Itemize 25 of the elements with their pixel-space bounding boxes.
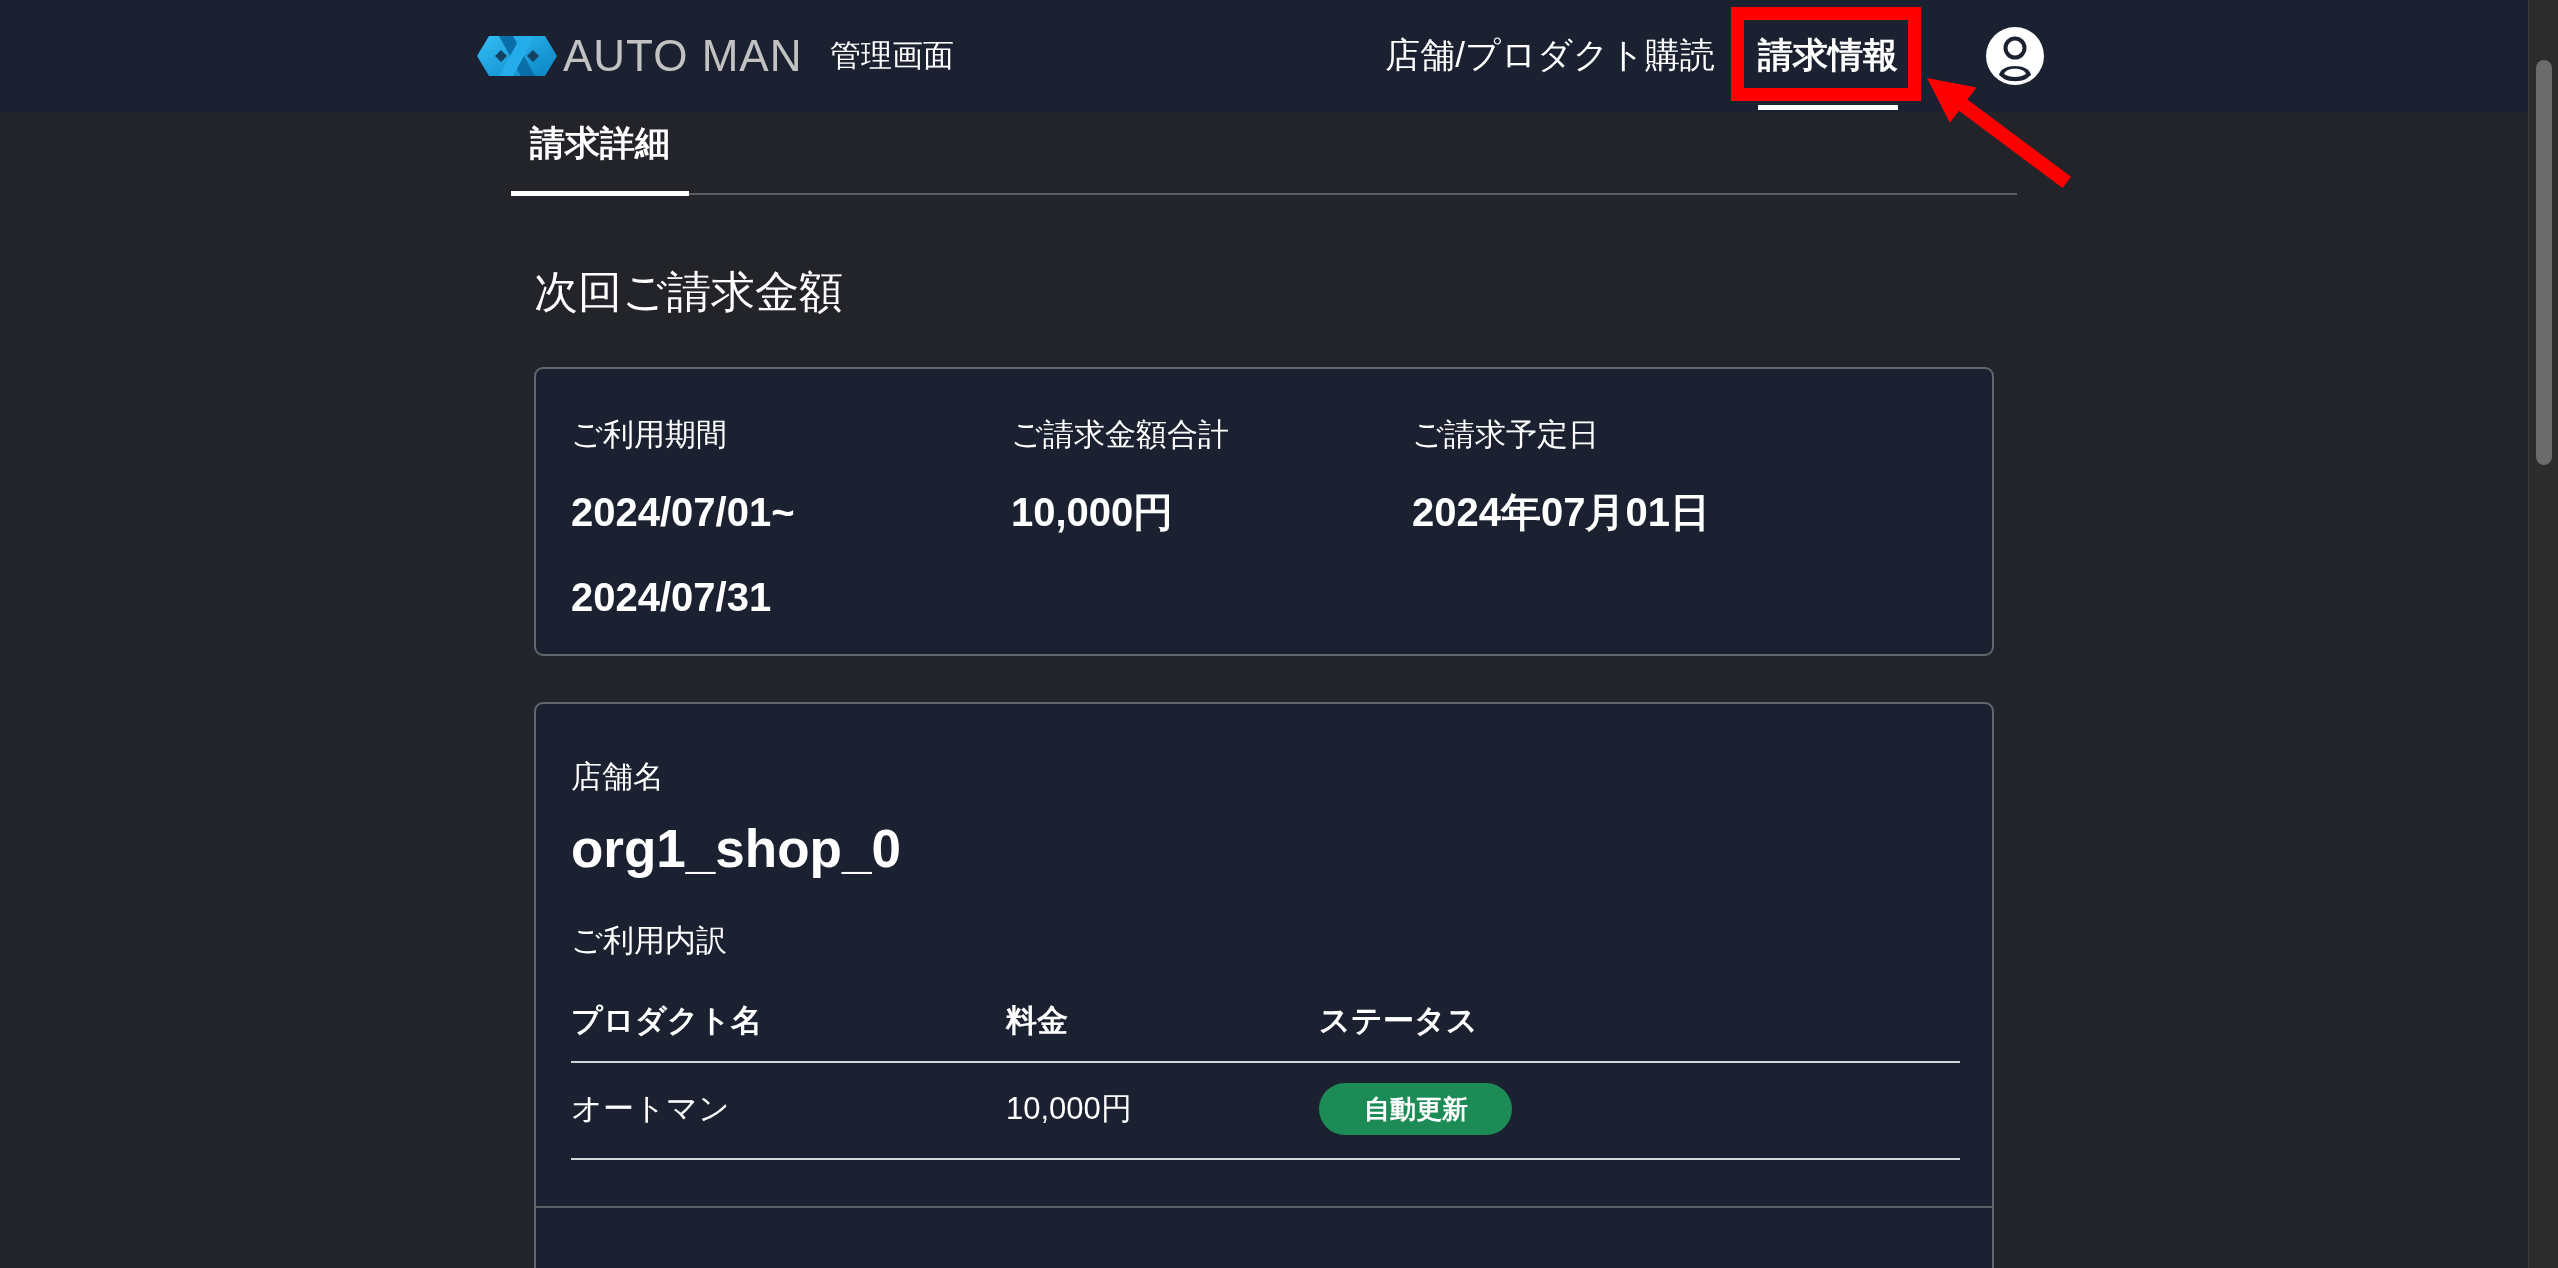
scrollbar-thumb[interactable] [2536, 60, 2552, 465]
summary-value: 10,000円 [1011, 489, 1175, 536]
column-header: プロダクト名 [571, 998, 1006, 1062]
summary-label: ご利用期間 [571, 416, 728, 454]
section-title: 次回ご請求金額 [534, 266, 844, 318]
summary-value: 2024年07月01日 [1412, 489, 1711, 536]
column-header: 料金 [1006, 998, 1319, 1062]
logo-icon [477, 36, 557, 76]
tab[interactable]: 請求詳細 [511, 112, 689, 196]
nav-link[interactable]: 請求情報 [1758, 0, 1898, 110]
scrollbar-track[interactable] [2528, 0, 2558, 1268]
usage-label: ご利用内訳 [571, 922, 728, 960]
shop-name: org1_shop_0 [571, 818, 902, 880]
summary-label: ご請求予定日 [1412, 416, 1600, 454]
table-cell: オートマン [571, 1062, 1006, 1159]
table-cell: 10,000円 [1006, 1062, 1319, 1159]
user-account-icon[interactable] [1986, 27, 2044, 85]
summary-value: 2024/07/01~ 2024/07/31 [571, 489, 796, 621]
header-subtitle: 管理画面 [830, 37, 955, 75]
summary-label: ご請求金額合計 [1011, 416, 1230, 454]
status-badge: 自動更新 [1319, 1082, 1512, 1135]
nav-link[interactable]: 店舗/プロダクト購読 [1385, 0, 1715, 110]
logo-text: AUTO MAN [563, 34, 803, 78]
column-header: ステータス [1319, 998, 1960, 1062]
shop-name-label: 店舗名 [571, 758, 665, 796]
